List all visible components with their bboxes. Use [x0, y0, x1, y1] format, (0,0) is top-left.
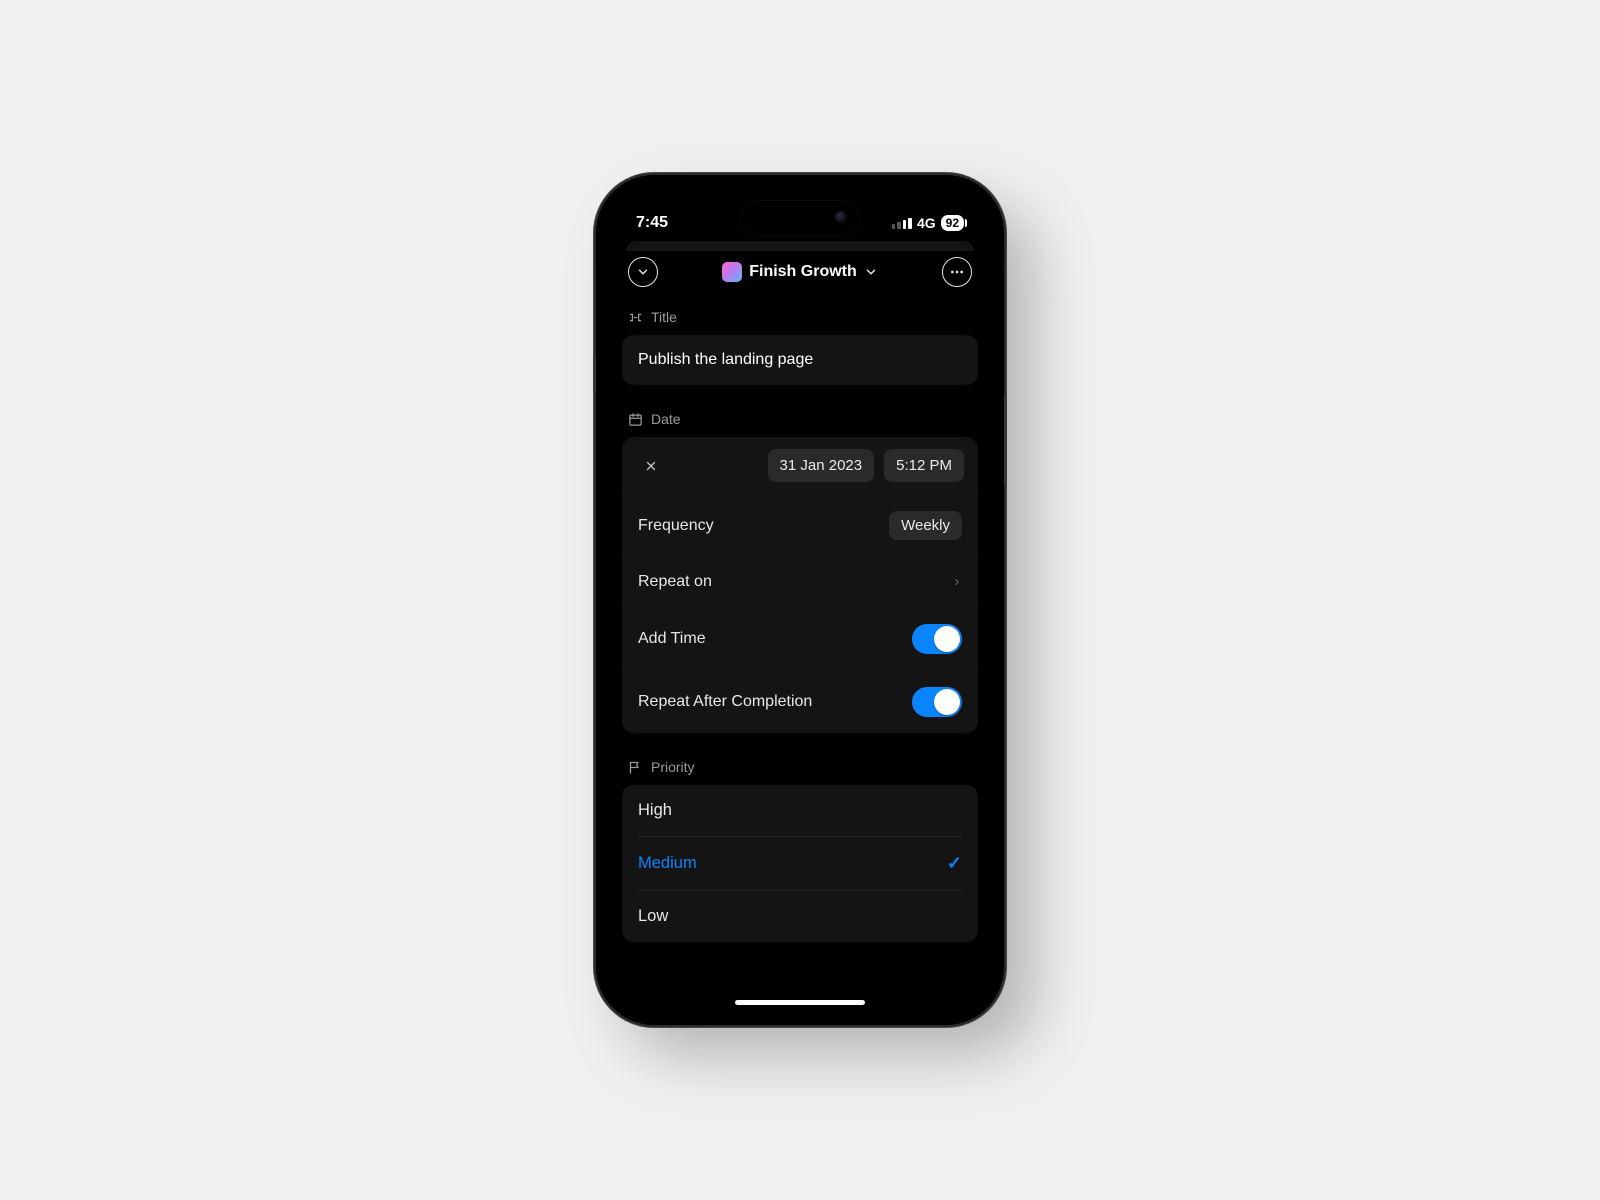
priority-card: High Medium ✓ Low: [622, 785, 978, 942]
project-selector[interactable]: Finish Growth: [722, 262, 878, 282]
ellipsis-icon: [949, 264, 965, 280]
priority-option-medium[interactable]: Medium ✓: [622, 837, 978, 890]
home-indicator[interactable]: [735, 1000, 865, 1005]
priority-option-label: Medium: [638, 854, 697, 873]
repeat-on-row[interactable]: Repeat on: [622, 556, 978, 607]
content-area: Finish Growth Title Publish the landing …: [608, 241, 992, 1013]
status-right: 4G 92: [892, 215, 964, 231]
date-chip[interactable]: 31 Jan 2023: [768, 449, 875, 482]
date-pickers-row: 31 Jan 2023 5:12 PM: [622, 437, 978, 494]
frequency-value: Weekly: [889, 511, 962, 540]
network-type: 4G: [917, 215, 936, 231]
repeat-after-toggle[interactable]: [912, 687, 962, 717]
phone-screen: 7:45 4G 92 Finish Growth: [608, 187, 992, 1013]
frequency-row[interactable]: Frequency Weekly: [622, 494, 978, 556]
priority-option-low[interactable]: Low: [622, 891, 978, 942]
title-section-label: Title: [622, 309, 978, 335]
priority-option-label: High: [638, 801, 672, 820]
repeat-after-completion-row: Repeat After Completion: [622, 670, 978, 733]
calendar-icon: [628, 412, 643, 427]
repeat-on-label: Repeat on: [638, 573, 712, 591]
more-button[interactable]: [942, 257, 972, 287]
priority-option-high[interactable]: High: [622, 785, 978, 836]
priority-label-text: Priority: [651, 759, 695, 775]
check-icon: ✓: [947, 853, 962, 874]
frequency-label: Frequency: [638, 517, 714, 535]
clear-date-button[interactable]: [636, 451, 666, 481]
battery-level: 92: [946, 216, 959, 230]
title-card: Publish the landing page: [622, 335, 978, 385]
date-label-text: Date: [651, 411, 681, 427]
navbar: Finish Growth: [622, 257, 978, 287]
repeat-after-label: Repeat After Completion: [638, 693, 812, 711]
close-icon: [644, 459, 658, 473]
add-time-toggle[interactable]: [912, 624, 962, 654]
signal-icon: [892, 218, 912, 229]
title-input[interactable]: Publish the landing page: [622, 335, 978, 385]
flag-icon: [628, 760, 643, 775]
chevron-right-icon: [952, 575, 962, 589]
status-time: 7:45: [636, 214, 668, 232]
title-label-text: Title: [651, 309, 677, 325]
add-time-label: Add Time: [638, 630, 706, 648]
chevron-down-circle-icon: [636, 265, 650, 279]
time-chip[interactable]: 5:12 PM: [884, 449, 964, 482]
add-time-row: Add Time: [622, 607, 978, 670]
date-section-label: Date: [622, 411, 978, 437]
phone-frame: 7:45 4G 92 Finish Growth: [596, 175, 1004, 1025]
background-card-peek: [626, 241, 974, 251]
chevron-down-icon: [864, 265, 878, 279]
date-card: 31 Jan 2023 5:12 PM Frequency Weekly Rep…: [622, 437, 978, 733]
project-name: Finish Growth: [749, 263, 857, 281]
project-avatar: [722, 262, 742, 282]
text-cursor-icon: [628, 310, 643, 325]
priority-option-label: Low: [638, 907, 668, 926]
dynamic-island: [741, 201, 859, 235]
collapse-button[interactable]: [628, 257, 658, 287]
battery-indicator: 92: [941, 215, 964, 231]
priority-section-label: Priority: [622, 759, 978, 785]
